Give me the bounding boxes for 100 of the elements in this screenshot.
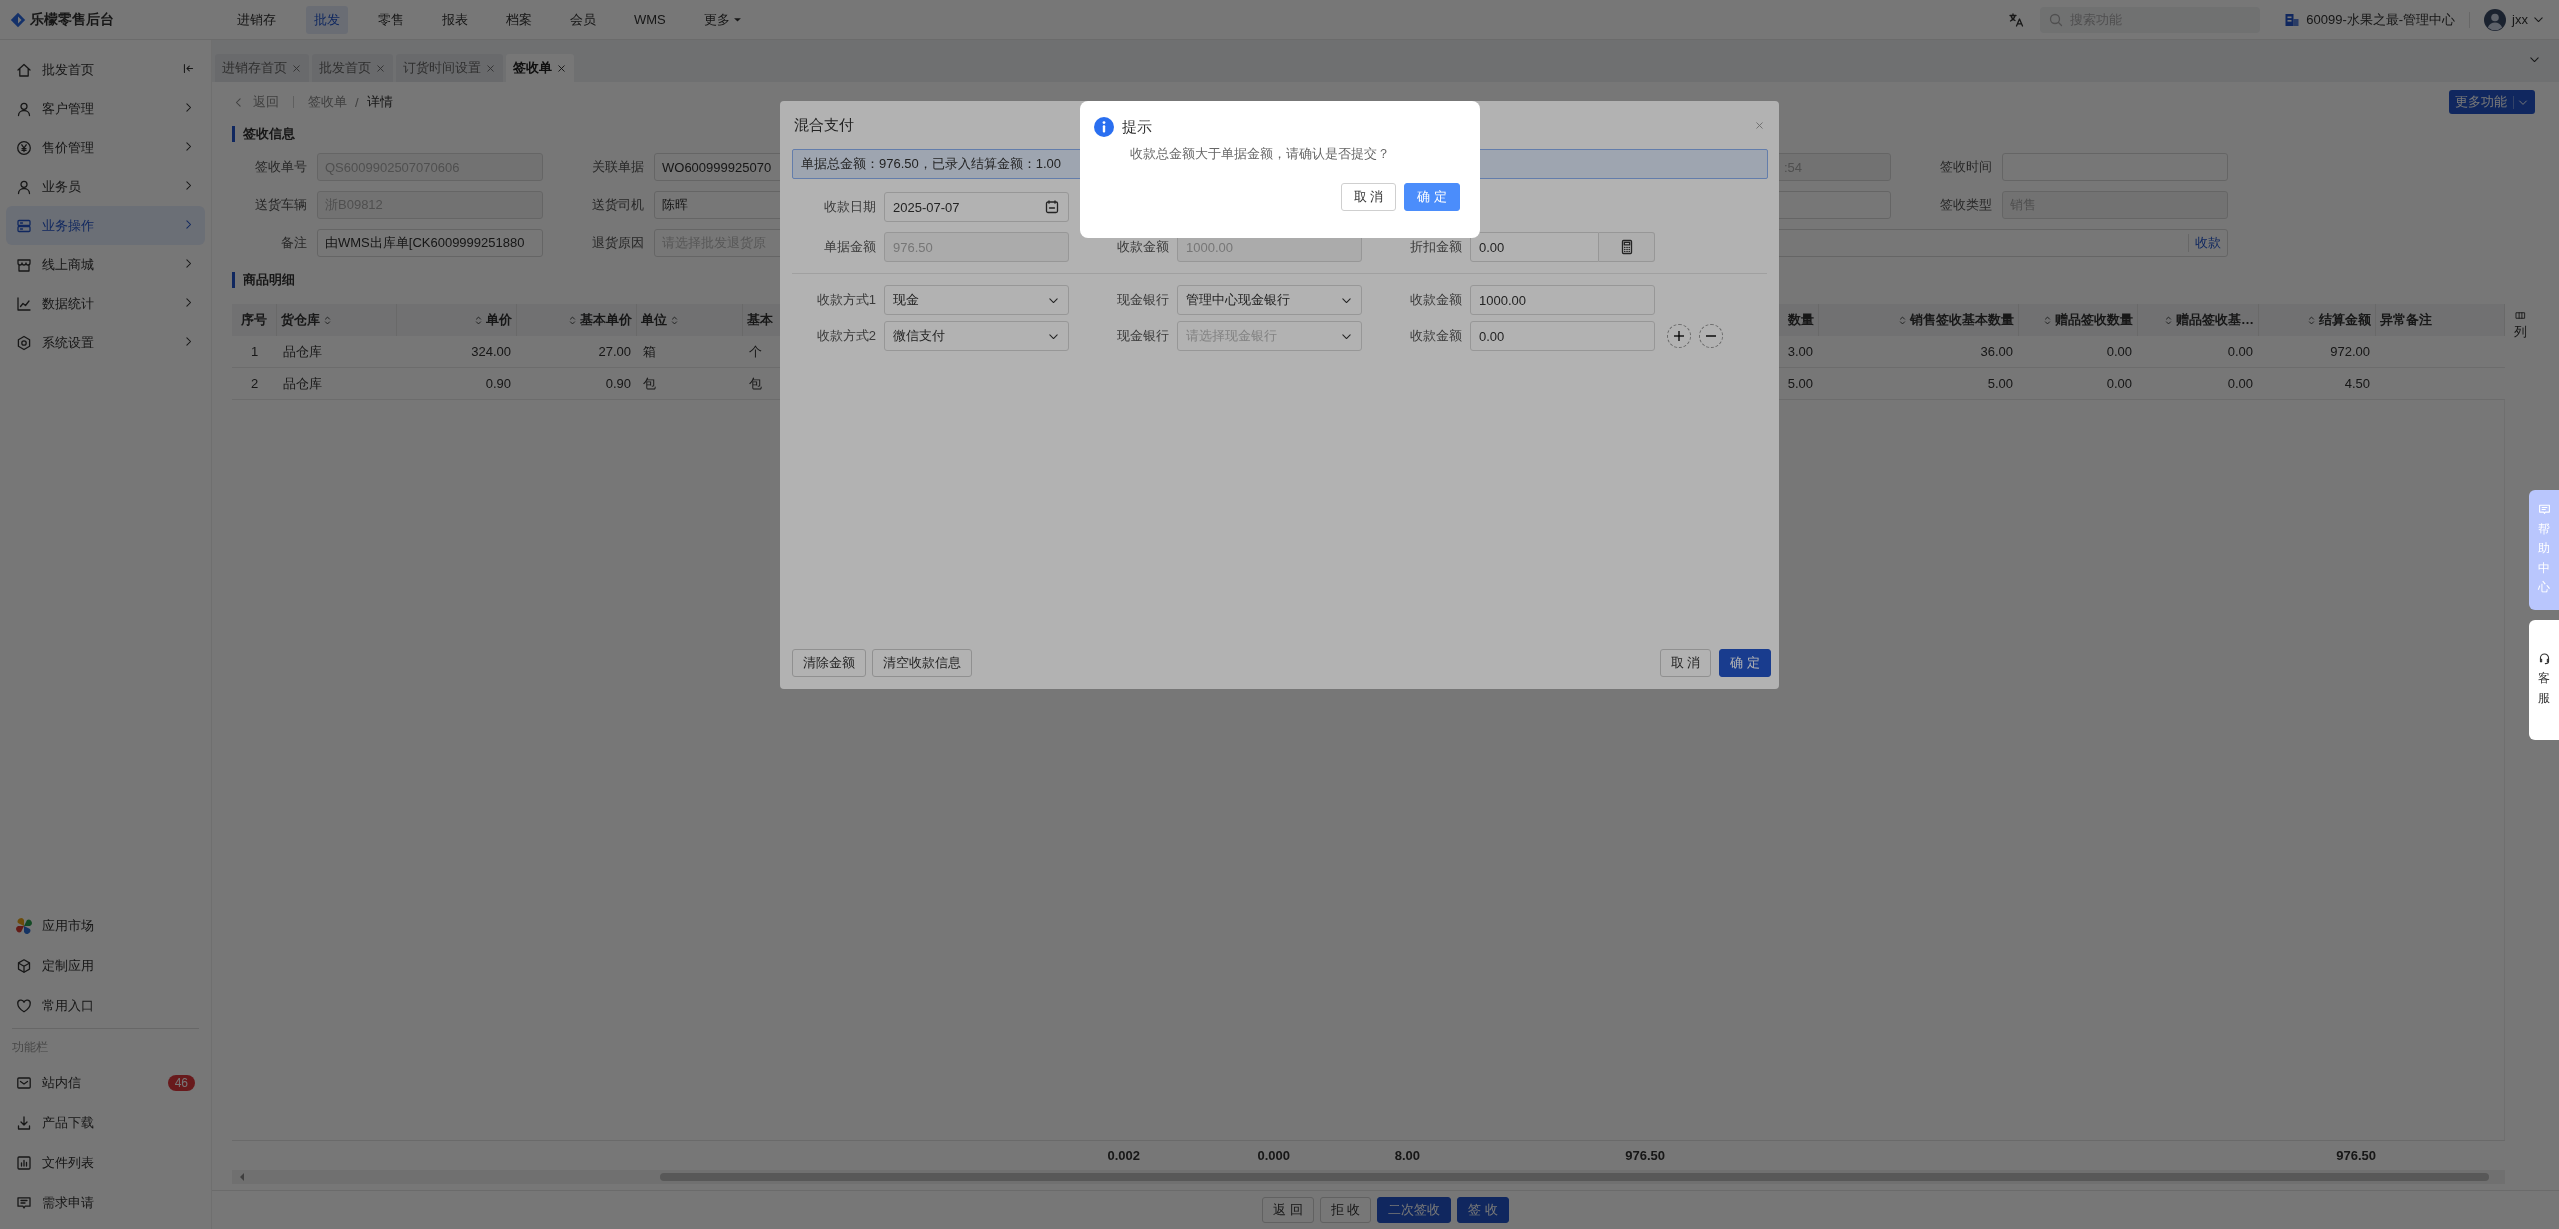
server-icon [16, 217, 32, 234]
close-icon[interactable] [291, 62, 302, 74]
table-cell: 27.00 [598, 344, 631, 359]
remove-button[interactable] [1699, 324, 1723, 348]
sidebar-item[interactable]: 售价管理 [6, 128, 205, 167]
receive-link[interactable]: 收款 [2188, 234, 2221, 252]
translate-icon[interactable] [2008, 11, 2025, 28]
select-field[interactable]: 现金 [884, 285, 1069, 315]
column-settings-button[interactable]: 列 [2505, 304, 2535, 342]
sort-icon[interactable] [2163, 314, 2174, 326]
column-header: 基本单价 [580, 311, 632, 329]
nav-menu-item[interactable]: 报表 [434, 5, 476, 34]
alert-button[interactable]: 确 定 [1404, 183, 1460, 211]
user-name[interactable]: jxx [2512, 12, 2528, 27]
dialog-button[interactable]: 清除金额 [792, 649, 866, 677]
action-button[interactable]: 二次签收 [1377, 1197, 1452, 1223]
table-cell: 1 [250, 344, 259, 359]
column-header: 单价 [486, 311, 512, 329]
heart-icon [16, 998, 32, 1014]
nav-menu-item[interactable]: 进销存 [229, 5, 284, 34]
plus-icon [1674, 331, 1684, 341]
field-label: 收款金额 [1409, 327, 1462, 345]
close-icon[interactable] [1754, 119, 1765, 131]
action-button[interactable]: 拒 收 [1319, 1197, 1372, 1223]
avatar[interactable] [2484, 8, 2507, 31]
dialog-button[interactable]: 清空收款信息 [872, 649, 972, 677]
more-functions-button[interactable]: 更多功能 [2449, 90, 2535, 114]
customer-service-tab[interactable]: 客服 [2529, 620, 2559, 740]
field-label: 折扣金额 [1409, 238, 1462, 256]
alert-title: 提示 [1122, 117, 1152, 137]
close-icon[interactable] [485, 62, 496, 74]
total-cell: 0.000 [1257, 1148, 1290, 1163]
user-icon [16, 178, 32, 195]
sidebar-item[interactable]: 产品下载 [6, 1103, 205, 1143]
sidebar-item[interactable]: 系统设置 [6, 323, 205, 362]
field-label: 签收单号 [254, 158, 307, 176]
action-button[interactable]: 签 收 [1457, 1197, 1509, 1223]
nav-menu-item[interactable]: 更多 [695, 5, 751, 34]
sort-icon[interactable] [1897, 314, 1908, 326]
table-cell: 324.00 [471, 344, 511, 359]
sidebar-item[interactable]: 常用入口 [6, 986, 205, 1026]
sort-icon[interactable] [567, 314, 578, 326]
table-cell: 箱 [643, 342, 656, 361]
nav-menu-item[interactable]: 档案 [498, 5, 540, 34]
sidebar-item[interactable]: 业务员 [6, 167, 205, 206]
app-title: 乐檬零售后台 [30, 10, 114, 29]
logo-icon [10, 11, 26, 28]
sort-icon[interactable] [2042, 314, 2053, 326]
sidebar-item[interactable]: 定制应用 [6, 946, 205, 986]
page-tab[interactable]: 签收单 [506, 54, 574, 82]
sort-icon[interactable] [322, 314, 333, 326]
table-cell: 5.00 [1987, 376, 2013, 391]
table-cell: 0.90 [485, 376, 511, 391]
close-icon[interactable] [556, 62, 567, 74]
sort-icon[interactable] [473, 314, 484, 326]
sidebar-item[interactable]: 数据统计 [6, 284, 205, 323]
sidebar-item[interactable]: 站内信 46 [6, 1063, 205, 1103]
field-label: 收款日期 [823, 198, 876, 216]
info-icon [1094, 117, 1114, 137]
dialog-button[interactable]: 确 定 [1719, 649, 1771, 677]
select-field[interactable]: 微信支付 [884, 321, 1069, 351]
message-icon [16, 1195, 32, 1211]
sidebar-item[interactable]: 业务操作 [6, 206, 205, 245]
action-button[interactable]: 返 回 [1262, 1197, 1314, 1223]
sidebar-item[interactable]: 需求申请 [6, 1183, 205, 1223]
field-label: 送货司机 [591, 196, 644, 214]
text-field[interactable]: 0.00 [1470, 232, 1599, 262]
sort-icon[interactable] [669, 314, 680, 326]
text-field[interactable]: 1000.00 [1470, 285, 1655, 315]
sidebar-item[interactable]: 线上商城 [6, 245, 205, 284]
sidebar-item[interactable]: 批发首页 [6, 50, 205, 89]
column-header: 结算金额 [2319, 311, 2371, 329]
nav-menu-item[interactable]: 零售 [370, 5, 412, 34]
store-name[interactable]: 60099-水果之最-管理中心 [2306, 10, 2456, 29]
sidebar-item[interactable]: 文件列表 [6, 1143, 205, 1183]
horizontal-scrollbar[interactable] [232, 1170, 2505, 1184]
sidebar-item[interactable]: 应用市场 [6, 906, 205, 946]
alert-button[interactable]: 取 消 [1340, 183, 1397, 211]
line-chart-icon [16, 295, 32, 312]
nav-menu-item[interactable]: 批发 [306, 5, 348, 34]
column-header: 异常备注 [2380, 311, 2432, 329]
field-label: 签收时间 [1939, 158, 1992, 176]
page-tab[interactable]: 订货时间设置 [396, 54, 503, 82]
dialog-button[interactable]: 取 消 [1659, 649, 1712, 677]
sort-icon[interactable] [2306, 314, 2317, 326]
sidebar-item[interactable]: 客户管理 [6, 89, 205, 128]
select-field[interactable]: 管理中心现金银行 [1177, 285, 1362, 315]
nav-menu-item[interactable]: 会员 [562, 5, 604, 34]
field-label: 收款方式1 [815, 291, 876, 309]
home-icon [16, 61, 32, 78]
text-field[interactable]: 由WMS出库单[CK6009999251880 [317, 229, 543, 257]
text-field[interactable]: 0.00 [1470, 321, 1655, 351]
add-button[interactable] [1667, 324, 1691, 348]
calculator-button[interactable] [1599, 232, 1655, 262]
close-icon[interactable] [375, 62, 386, 74]
date-field[interactable]: 2025-07-07 [884, 192, 1069, 222]
table-cell: 品仓库 [283, 374, 322, 393]
nav-menu-item[interactable]: WMS [626, 5, 674, 34]
collapse-icon[interactable] [182, 61, 195, 75]
column-header: 赠品签收数量 [2055, 311, 2133, 329]
